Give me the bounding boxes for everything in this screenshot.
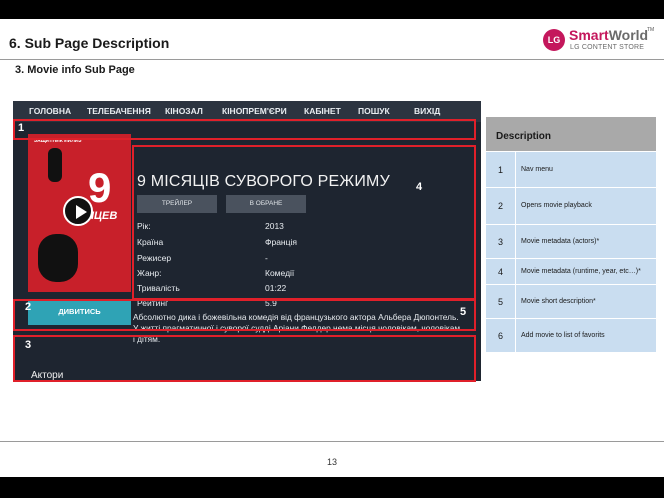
play-icon[interactable] bbox=[63, 196, 93, 226]
callout-box-nav bbox=[13, 119, 476, 140]
logo-world-text: World bbox=[608, 27, 649, 43]
callout-box-metadata bbox=[132, 145, 476, 300]
logo-subtitle: LG CONTENT STORE bbox=[570, 44, 645, 51]
section-subtitle: 3. Movie info Sub Page bbox=[15, 64, 135, 76]
nav-item-cabinet[interactable]: КАБІНЕТ bbox=[304, 106, 341, 116]
slide: 6. Sub Page Description 3. Movie info Su… bbox=[0, 19, 664, 477]
row-description: Movie metadata (runtime, year, etc…)* bbox=[521, 267, 641, 275]
lg-logo-icon: LG bbox=[543, 29, 565, 51]
nav-item-tv[interactable]: ТЕЛЕБАЧЕННЯ bbox=[87, 106, 151, 116]
callout-number: 1 bbox=[18, 122, 25, 134]
table-row: 5 Movie short description* bbox=[486, 284, 656, 318]
callout-number: 4 bbox=[416, 181, 423, 193]
callout-box-actors bbox=[13, 335, 476, 382]
row-description: Nav menu bbox=[521, 165, 553, 173]
table-row: 6 Add movie to list of favorits bbox=[486, 318, 656, 352]
callout-number: 2 bbox=[25, 301, 32, 313]
footer-divider bbox=[0, 441, 664, 442]
row-number: 3 bbox=[486, 225, 516, 258]
page-title: 6. Sub Page Description bbox=[9, 35, 170, 51]
logo-trademark: TM bbox=[647, 27, 655, 33]
row-number: 4 bbox=[486, 259, 516, 284]
row-number: 5 bbox=[486, 285, 516, 318]
table-row: 4 Movie metadata (runtime, year, etc…)* bbox=[486, 258, 656, 284]
row-description: Add movie to list of favorits bbox=[521, 331, 605, 339]
row-number: 1 bbox=[486, 152, 516, 187]
logo-smart-text: Smart bbox=[569, 27, 609, 43]
lg-smartworld-logo: LG SmartWorld TM LG CONTENT STORE bbox=[543, 27, 655, 53]
row-description: Movie short description* bbox=[521, 297, 596, 305]
nav-item-premieres[interactable]: КІНОПРЕМ'ЄРИ bbox=[222, 106, 287, 116]
row-description: Opens movie playback bbox=[521, 202, 592, 209]
nav-item-search[interactable]: ПОШУК bbox=[358, 106, 390, 116]
table-row: 2 Opens movie playback bbox=[486, 187, 656, 224]
header-divider bbox=[0, 59, 664, 60]
poster-figure bbox=[48, 148, 62, 182]
callout-number: 3 bbox=[25, 339, 32, 351]
callout-box-description bbox=[13, 299, 476, 331]
poster-figure bbox=[38, 234, 78, 282]
movie-poster[interactable]: ЗАЩИТНИК ИИЛИЗ 9 СЯЦЕВ bbox=[28, 134, 131, 292]
row-number: 2 bbox=[486, 188, 516, 224]
logo-wordmark: SmartWorld bbox=[569, 27, 648, 43]
nav-item-exit[interactable]: ВИХІД bbox=[414, 106, 440, 116]
nav-item-home[interactable]: ГОЛОВНА bbox=[29, 106, 71, 116]
row-description: Movie metadata (actors)* bbox=[521, 237, 600, 245]
row-number: 6 bbox=[486, 319, 516, 352]
nav-item-cinema[interactable]: КІНОЗАЛ bbox=[165, 106, 203, 116]
page-number: 13 bbox=[326, 457, 337, 467]
table-row: 3 Movie metadata (actors)* bbox=[486, 224, 656, 258]
table-row: 1 Nav menu bbox=[486, 151, 656, 187]
callout-number: 5 bbox=[460, 306, 467, 318]
table-header-label: Description bbox=[496, 131, 552, 142]
